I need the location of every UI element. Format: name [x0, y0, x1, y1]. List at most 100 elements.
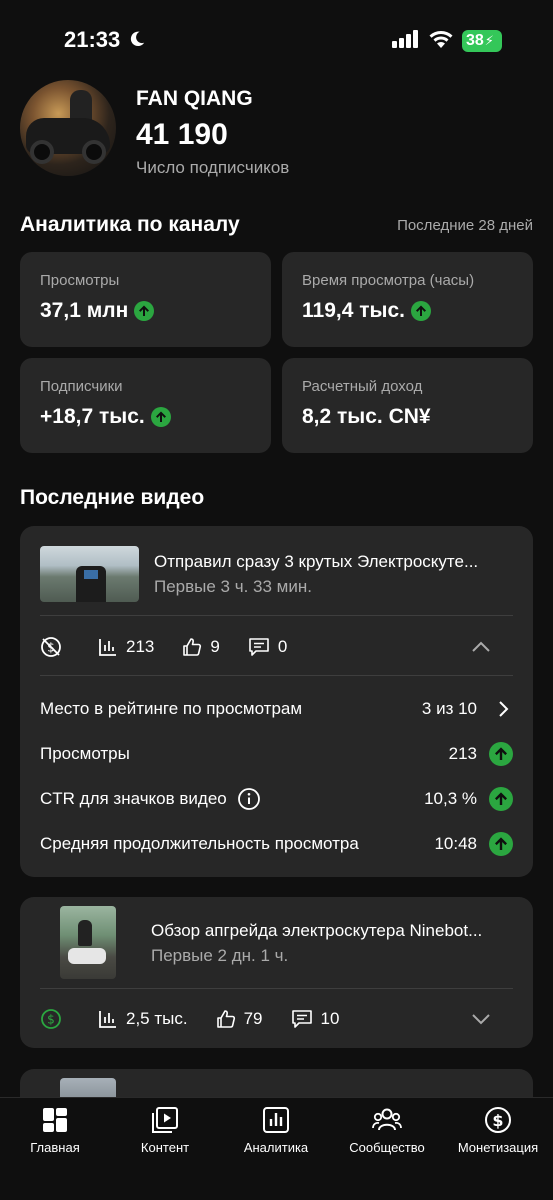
thumbs-up-icon — [183, 638, 202, 656]
video-period: Первые 2 дн. 1 ч. — [151, 946, 289, 965]
avg-duration-row: Средняя продолжительность просмотра 10:4… — [40, 829, 513, 859]
video-title[interactable]: Обзор апгрейда электроскутера Ninebot... — [151, 921, 506, 941]
detail-label: Место в рейтинге по просмотрам — [40, 699, 303, 718]
likes-count: 79 — [243, 1009, 263, 1028]
detail-value: 3 из 10 — [421, 699, 477, 718]
thumbs-up-icon — [216, 1010, 235, 1028]
detail-label: Средняя продолжительность просмотра — [40, 834, 359, 853]
likes-count: 9 — [210, 637, 220, 656]
nav-label: Монетизация — [457, 1140, 539, 1155]
stat-card-subscribers[interactable]: Подписчики +18,7 тыс. — [20, 358, 271, 453]
stat-card-watch-time[interactable]: Время просмотра (часы) 119,4 тыс. — [282, 252, 533, 347]
subscriber-label: Число подписчиков — [136, 158, 290, 177]
thumbnail-scooter-shape — [68, 948, 106, 964]
views-metric: 2,5 тыс. — [98, 1009, 188, 1029]
views-count: 2,5 тыс. — [126, 1009, 188, 1028]
nav-label: Контент — [140, 1140, 190, 1155]
views-row: Просмотры 213 — [40, 739, 513, 769]
ctr-row: CTR для значков видео 10,3 % — [40, 784, 513, 814]
stat-card-revenue[interactable]: Расчетный доход 8,2 тыс. CN¥ — [282, 358, 533, 453]
views-count: 213 — [126, 637, 155, 656]
moon-icon — [130, 31, 145, 47]
subscriber-count: 41 190 — [136, 118, 228, 151]
stat-value: 119,4 тыс. — [302, 299, 405, 322]
avatar[interactable] — [20, 80, 116, 176]
status-time: 21:33 — [64, 27, 121, 52]
recent-videos-title: Последние видео — [20, 486, 205, 509]
charging-bolt-icon: ⚡ — [484, 33, 494, 48]
detail-value: 10,3 % — [424, 789, 477, 808]
bar-chart-icon — [99, 1011, 116, 1028]
likes-metric: 9 — [182, 637, 220, 657]
bar-chart-icon — [99, 639, 116, 656]
monetization-status[interactable]: $ — [40, 1008, 70, 1030]
battery-indicator: 38 ⚡ — [462, 30, 502, 52]
ranking-row[interactable]: Место в рейтинге по просмотрам 3 из 10 — [40, 694, 513, 724]
detail-value: 10:48 — [434, 834, 477, 853]
comments-metric: 0 — [248, 637, 287, 657]
chevron-right-icon[interactable] — [493, 699, 513, 719]
video-metrics: $ 2,5 тыс. 79 10 — [40, 1004, 513, 1034]
comments-count: 0 — [277, 637, 288, 656]
community-icon — [372, 1108, 402, 1131]
content-icon — [152, 1107, 178, 1133]
detail-value: 213 — [448, 744, 477, 763]
info-icon[interactable] — [237, 787, 261, 811]
comment-icon — [291, 1010, 312, 1028]
comments-count: 10 — [320, 1009, 340, 1028]
monetization-on-icon: $ — [41, 1009, 61, 1029]
chevron-down-icon[interactable] — [471, 1013, 491, 1025]
trend-up-icon — [489, 832, 513, 856]
monetization-status[interactable]: $ — [40, 636, 70, 658]
divider — [40, 675, 513, 676]
trend-up-icon — [489, 742, 513, 766]
trend-up-icon — [134, 301, 155, 321]
comment-icon — [249, 638, 269, 656]
views-metric: 213 — [98, 637, 154, 657]
nav-item-analytics[interactable]: Аналитика — [221, 1106, 331, 1155]
stat-value: 37,1 млн — [40, 299, 129, 322]
svg-text:$: $ — [492, 1111, 503, 1130]
video-title[interactable]: Отправил сразу 3 крутых Электроскуте... — [154, 552, 509, 572]
nav-item-community[interactable]: Сообщество — [332, 1106, 442, 1155]
stat-value: 8,2 тыс. CN¥ — [302, 405, 431, 428]
channel-name: FAN QIANG — [136, 87, 253, 110]
nav-item-monetization[interactable]: $ Монетизация — [443, 1106, 553, 1155]
detail-label: Просмотры — [40, 744, 130, 763]
wifi-icon — [429, 31, 453, 48]
svg-text:$: $ — [47, 1013, 55, 1027]
channel-header: FAN QIANG 41 190 Число подписчиков — [20, 80, 540, 180]
monetization-icon: $ — [485, 1107, 511, 1133]
trend-up-icon — [410, 301, 431, 321]
stat-label: Просмотры — [40, 272, 120, 289]
thumbnail-screen-shape — [84, 570, 98, 579]
likes-metric: 79 — [216, 1009, 263, 1029]
trend-up-icon — [489, 787, 513, 811]
video-period: Первые 3 ч. 33 мин. — [154, 577, 312, 596]
nav-label: Главная — [30, 1140, 80, 1155]
stat-label: Расчетный доход — [302, 378, 423, 395]
avatar-wheel-shape — [82, 140, 106, 164]
stat-label: Время просмотра (часы) — [302, 272, 475, 289]
monetization-off-icon: $ — [41, 637, 61, 657]
stat-card-views[interactable]: Просмотры 37,1 млн — [20, 252, 271, 347]
video-thumbnail[interactable] — [60, 906, 116, 979]
detail-label: CTR для значков видео — [40, 789, 227, 808]
stat-label: Подписчики — [40, 378, 123, 395]
video-card[interactable]: Отправил сразу 3 крутых Электроскуте... … — [20, 526, 533, 877]
video-thumbnail[interactable] — [40, 546, 139, 602]
nav-item-content[interactable]: Контент — [110, 1106, 220, 1155]
thumbnail-person-shape — [78, 920, 92, 946]
divider — [40, 988, 513, 989]
analytics-icon — [263, 1107, 289, 1133]
nav-item-home[interactable]: Главная — [0, 1106, 110, 1155]
nav-label: Аналитика — [243, 1140, 309, 1155]
bottom-navigation: Главная Контент Аналитика Сообщество $ М… — [0, 1097, 553, 1200]
cellular-signal-icon — [392, 30, 418, 48]
avatar-wheel-shape — [30, 140, 54, 164]
video-metrics: $ 213 9 0 — [40, 632, 513, 662]
chevron-up-icon[interactable] — [471, 641, 491, 653]
divider — [40, 615, 513, 616]
video-card[interactable]: Обзор апгрейда электроскутера Ninebot...… — [20, 897, 533, 1048]
nav-label: Сообщество — [349, 1140, 425, 1155]
